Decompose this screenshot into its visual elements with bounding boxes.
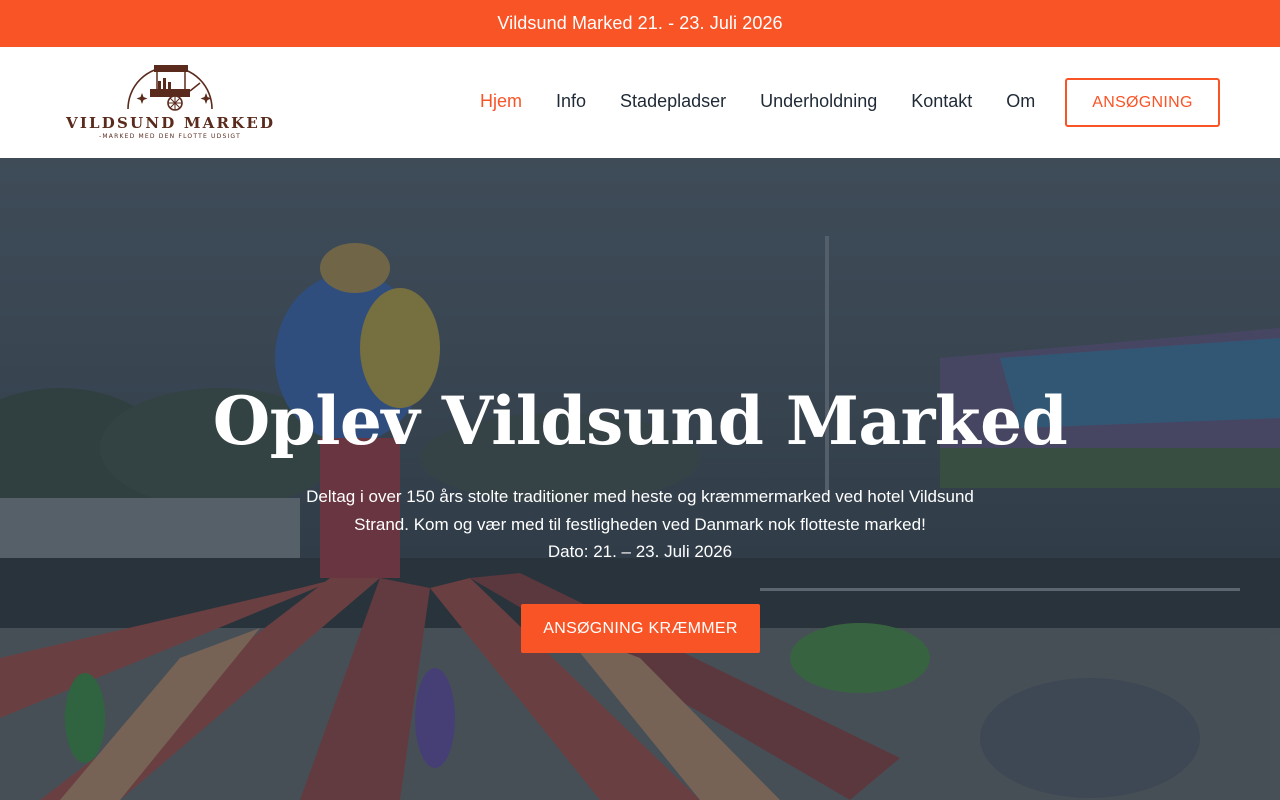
logo-name: VILDSUND MARKED — [66, 114, 276, 132]
nav-item-info[interactable]: Info — [556, 89, 586, 113]
hero-text-line-2: Strand. Kom og vær med til festligheden … — [354, 514, 926, 534]
announcement-text: Vildsund Marked 21. - 23. Juli 2026 — [497, 13, 783, 33]
site-header: VILDSUND MARKED -MARKED MED DEN FLOTTE U… — [0, 47, 1280, 158]
announcement-bar: Vildsund Marked 21. - 23. Juli 2026 — [0, 0, 1280, 47]
nav-item-om[interactable]: Om — [1006, 89, 1035, 113]
nav-item-stadepladser[interactable]: Stadepladser — [620, 89, 726, 113]
hero-description: Deltag i over 150 års stolte traditioner… — [290, 483, 990, 566]
nav-item-underholdning[interactable]: Underholdning — [760, 89, 877, 113]
header-apply-button[interactable]: ANSØGNING — [1065, 78, 1220, 127]
apply-vendor-button[interactable]: ANSØGNING KRÆMMER — [521, 604, 760, 653]
main-nav: Hjem Info Stadepladser Underholdning Kon… — [480, 89, 1035, 113]
hero-text-line-1: Deltag i over 150 års stolte traditioner… — [306, 487, 974, 506]
hero-overlay — [0, 158, 1280, 800]
hero-date: Dato: 21. – 23. Juli 2026 — [547, 542, 733, 561]
site-logo[interactable]: VILDSUND MARKED -MARKED MED DEN FLOTTE U… — [66, 63, 276, 143]
hero-section: Oplev Vildsund Marked Deltag i over 150 … — [0, 158, 1280, 800]
logo-tagline: -MARKED MED DEN FLOTTE UDSIGT — [99, 133, 241, 140]
nav-item-kontakt[interactable]: Kontakt — [911, 89, 972, 113]
hero-title: Oplev Vildsund Marked — [212, 382, 1068, 460]
nav-item-hjem[interactable]: Hjem — [480, 89, 522, 113]
market-cart-logo-icon — [127, 65, 213, 111]
